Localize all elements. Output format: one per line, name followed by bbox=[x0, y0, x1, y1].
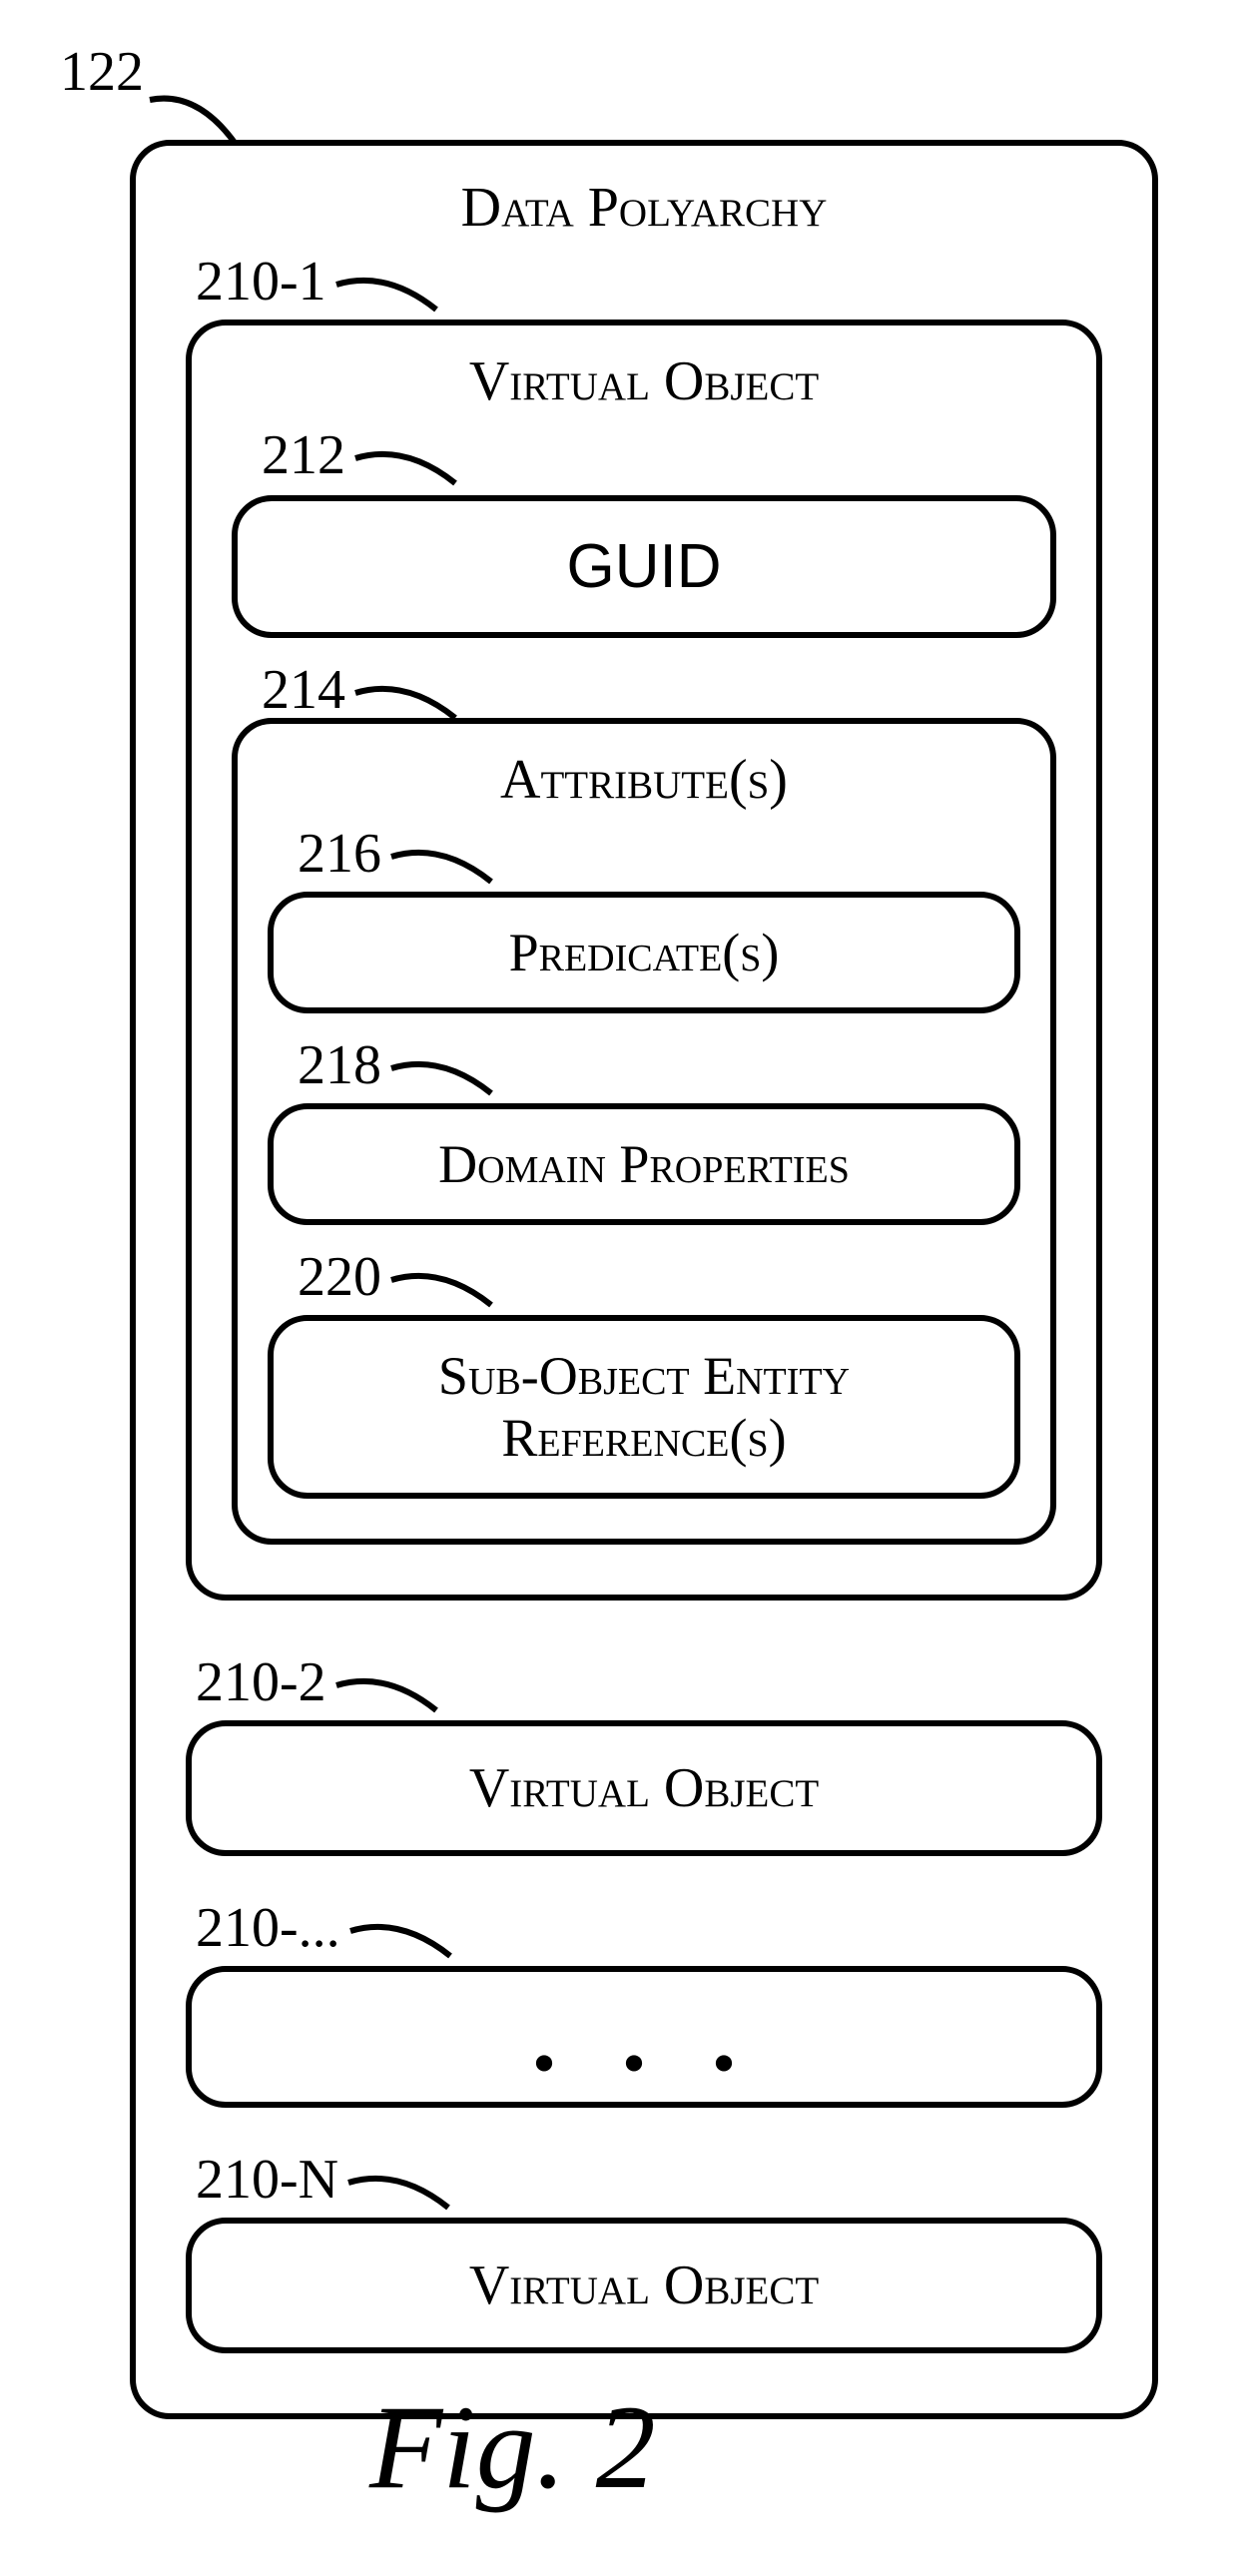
predicates-box: Predicate(s) bbox=[268, 892, 1020, 1013]
leader-210-2 bbox=[326, 1650, 446, 1720]
virtual-object-ellipsis-box: . . . bbox=[186, 1966, 1102, 2108]
ref-218-text: 218 bbox=[298, 1033, 381, 1097]
sub-object-box: Sub-Object Entity Reference(s) bbox=[268, 1315, 1020, 1499]
ref-210-1-text: 210-1 bbox=[196, 250, 326, 314]
virtual-object-2-box: Virtual Object bbox=[186, 1720, 1102, 1856]
leader-212 bbox=[345, 423, 465, 493]
label-210-1: 210-1 bbox=[196, 250, 1102, 320]
label-210-n: 210-N bbox=[196, 2148, 1102, 2218]
virtual-object-2-title: Virtual Object bbox=[210, 1756, 1078, 1820]
attributes-box: Attribute(s) 216 Predicate(s) 218 bbox=[232, 718, 1056, 1545]
ref-210-n-text: 210-N bbox=[196, 2148, 338, 2212]
guid-box: GUID bbox=[232, 495, 1056, 638]
label-216: 216 bbox=[298, 822, 1020, 892]
virtual-object-1-box: Virtual Object 212 GUID 214 Attribute(s) bbox=[186, 320, 1102, 1601]
label-212: 212 bbox=[262, 423, 1056, 493]
figure-caption: Fig. 2 bbox=[369, 2378, 656, 2516]
ref-214-text: 214 bbox=[262, 658, 345, 722]
label-210-2: 210-2 bbox=[196, 1650, 1102, 1720]
attributes-title: Attribute(s) bbox=[268, 748, 1020, 812]
ref-212-text: 212 bbox=[262, 423, 345, 487]
diagram-container: Data Polyarchy 210-1 Virtual Object 212 … bbox=[130, 140, 1158, 2419]
leader-216 bbox=[381, 822, 501, 892]
domain-properties-title: Domain Properties bbox=[290, 1133, 998, 1195]
domain-properties-box: Domain Properties bbox=[268, 1103, 1020, 1225]
sub-object-title: Sub-Object Entity Reference(s) bbox=[290, 1345, 998, 1469]
ref-216-text: 216 bbox=[298, 822, 381, 886]
ref-220-text: 220 bbox=[298, 1245, 381, 1309]
virtual-object-n-box: Virtual Object bbox=[186, 2218, 1102, 2353]
label-210-ellipsis: 210-... bbox=[196, 1896, 1102, 1966]
data-polyarchy-box: Data Polyarchy 210-1 Virtual Object 212 … bbox=[130, 140, 1158, 2419]
ref-210-2-text: 210-2 bbox=[196, 1650, 326, 1714]
ellipsis-dots: . . . bbox=[212, 2012, 1076, 2062]
guid-text: GUID bbox=[567, 532, 722, 601]
leader-210-ellipsis bbox=[340, 1896, 460, 1966]
leader-218 bbox=[381, 1033, 501, 1103]
ref-122-text: 122 bbox=[60, 41, 144, 103]
virtual-object-1-title: Virtual Object bbox=[232, 349, 1056, 413]
ref-122-label: 122 bbox=[60, 40, 144, 104]
leader-210-n bbox=[338, 2148, 458, 2218]
virtual-object-n-title: Virtual Object bbox=[210, 2254, 1078, 2317]
ref-210-ellipsis-text: 210-... bbox=[196, 1896, 340, 1960]
leader-210-1 bbox=[326, 250, 446, 320]
leader-220 bbox=[381, 1245, 501, 1315]
predicates-title: Predicate(s) bbox=[290, 922, 998, 983]
data-polyarchy-title: Data Polyarchy bbox=[186, 176, 1102, 240]
label-220: 220 bbox=[298, 1245, 1020, 1315]
label-218: 218 bbox=[298, 1033, 1020, 1103]
